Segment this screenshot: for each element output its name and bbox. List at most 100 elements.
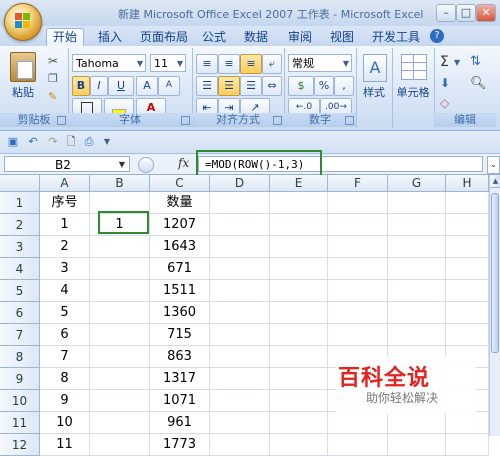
cell-a6[interactable]: 5 xyxy=(40,302,90,324)
help-icon[interactable]: ? xyxy=(430,29,444,43)
align-middle-icon[interactable]: ≡ xyxy=(218,54,240,74)
align-bottom-icon[interactable]: ≡ xyxy=(240,54,262,74)
cell-e6[interactable] xyxy=(270,302,328,324)
cell-b8[interactable] xyxy=(90,346,150,368)
row-header[interactable]: 8 xyxy=(0,346,40,368)
format-painter-icon[interactable]: ✎ xyxy=(48,90,57,103)
cell-f1[interactable] xyxy=(328,192,388,214)
cell-a4[interactable]: 3 xyxy=(40,258,90,280)
cell-e12[interactable] xyxy=(270,434,328,456)
cell-e3[interactable] xyxy=(270,236,328,258)
row-header[interactable]: 4 xyxy=(0,258,40,280)
cell-f12[interactable] xyxy=(328,434,388,456)
print-icon[interactable]: ⎙ xyxy=(82,135,96,148)
number-launcher-icon[interactable] xyxy=(345,116,354,125)
sort-filter-icon[interactable]: ⇅ xyxy=(470,54,481,69)
cell-d10[interactable] xyxy=(210,390,270,412)
underline-button[interactable]: U xyxy=(108,76,134,96)
cell-c9[interactable]: 1317 xyxy=(150,368,210,390)
cell-d9[interactable] xyxy=(210,368,270,390)
font-launcher-icon[interactable] xyxy=(181,116,190,125)
cell-h4[interactable] xyxy=(446,258,489,280)
cell-a8[interactable]: 7 xyxy=(40,346,90,368)
cell-d5[interactable] xyxy=(210,280,270,302)
column-header-d[interactable]: D xyxy=(210,175,270,192)
autosum-button[interactable]: Σ xyxy=(440,54,449,70)
vertical-scrollbar[interactable]: ▲ xyxy=(489,175,500,436)
customize-qat-icon[interactable]: ▼ xyxy=(100,135,114,148)
cell-e10[interactable] xyxy=(270,390,328,412)
scroll-up-icon[interactable]: ▲ xyxy=(490,175,500,188)
cell-d12[interactable] xyxy=(210,434,270,456)
cell-e4[interactable] xyxy=(270,258,328,280)
cell-e2[interactable] xyxy=(270,214,328,236)
merge-center-icon[interactable]: ⇔ xyxy=(262,76,282,96)
cell-f3[interactable] xyxy=(328,236,388,258)
shrink-font-button[interactable]: A xyxy=(158,76,180,96)
cell-c11[interactable]: 961 xyxy=(150,412,210,434)
insert-function-icon[interactable]: fx xyxy=(178,156,189,170)
save-icon[interactable]: ▣ xyxy=(6,135,20,148)
close-button[interactable]: ✕ xyxy=(476,4,496,22)
cell-c7[interactable]: 715 xyxy=(150,324,210,346)
name-box[interactable]: B2 ▼ xyxy=(4,156,130,172)
cell-e5[interactable] xyxy=(270,280,328,302)
styles-button-label[interactable]: 样式 xyxy=(356,84,392,100)
cell-g2[interactable] xyxy=(388,214,446,236)
align-right-icon[interactable]: ☰ xyxy=(240,76,262,96)
column-header-h[interactable]: H xyxy=(446,175,489,192)
cell-d7[interactable] xyxy=(210,324,270,346)
italic-button[interactable]: I xyxy=(90,76,108,96)
row-header[interactable]: 3 xyxy=(0,236,40,258)
cell-h5[interactable] xyxy=(446,280,489,302)
cell-a12[interactable]: 11 xyxy=(40,434,90,456)
cell-d1[interactable] xyxy=(210,192,270,214)
clipboard-launcher-icon[interactable] xyxy=(57,116,66,125)
tab-view[interactable]: 视图 xyxy=(324,29,360,46)
row-header[interactable]: 7 xyxy=(0,324,40,346)
cell-a5[interactable]: 4 xyxy=(40,280,90,302)
cell-a10[interactable]: 9 xyxy=(40,390,90,412)
office-button[interactable] xyxy=(4,3,42,41)
cell-f4[interactable] xyxy=(328,258,388,280)
expand-formula-bar-icon[interactable]: ⌄ xyxy=(487,156,500,174)
paste-button-label[interactable]: 粘贴 xyxy=(6,84,40,100)
column-header-f[interactable]: F xyxy=(328,175,388,192)
redo-icon[interactable]: ↷ xyxy=(46,135,60,148)
comma-button[interactable]: , xyxy=(334,76,354,96)
cell-a9[interactable]: 8 xyxy=(40,368,90,390)
cells-button-label[interactable]: 单元格 xyxy=(392,84,434,100)
cell-g6[interactable] xyxy=(388,302,446,324)
cells-icon[interactable] xyxy=(401,54,427,80)
cell-g4[interactable] xyxy=(388,258,446,280)
minimize-button[interactable]: – xyxy=(436,4,456,22)
tab-data[interactable]: 数据 xyxy=(238,29,274,46)
cell-d11[interactable] xyxy=(210,412,270,434)
row-header[interactable]: 11 xyxy=(0,412,40,434)
cell-a7[interactable]: 6 xyxy=(40,324,90,346)
cell-c8[interactable]: 863 xyxy=(150,346,210,368)
cell-a11[interactable]: 10 xyxy=(40,412,90,434)
cut-icon[interactable]: ✂ xyxy=(48,54,58,68)
cell-g3[interactable] xyxy=(388,236,446,258)
tab-formulas[interactable]: 公式 xyxy=(196,29,232,46)
cell-f5[interactable] xyxy=(328,280,388,302)
font-name-combo[interactable]: Tahoma ▼ xyxy=(72,54,146,72)
clear-icon[interactable]: ◇ xyxy=(440,96,449,110)
cell-c4[interactable]: 671 xyxy=(150,258,210,280)
grow-font-button[interactable]: A xyxy=(136,76,158,96)
cell-e9[interactable] xyxy=(270,368,328,390)
cell-e1[interactable] xyxy=(270,192,328,214)
copy-icon[interactable]: ❐ xyxy=(48,72,58,85)
scrollbar-thumb[interactable] xyxy=(491,193,499,353)
cell-f11[interactable] xyxy=(328,412,388,434)
cell-f6[interactable] xyxy=(328,302,388,324)
find-select-icon[interactable]: 🔍︎ xyxy=(470,76,487,91)
cell-b12[interactable] xyxy=(90,434,150,456)
tab-insert[interactable]: 插入 xyxy=(92,29,128,46)
cell-d2[interactable] xyxy=(210,214,270,236)
row-header[interactable]: 6 xyxy=(0,302,40,324)
cell-b7[interactable] xyxy=(90,324,150,346)
row-header[interactable]: 10 xyxy=(0,390,40,412)
cell-b4[interactable] xyxy=(90,258,150,280)
